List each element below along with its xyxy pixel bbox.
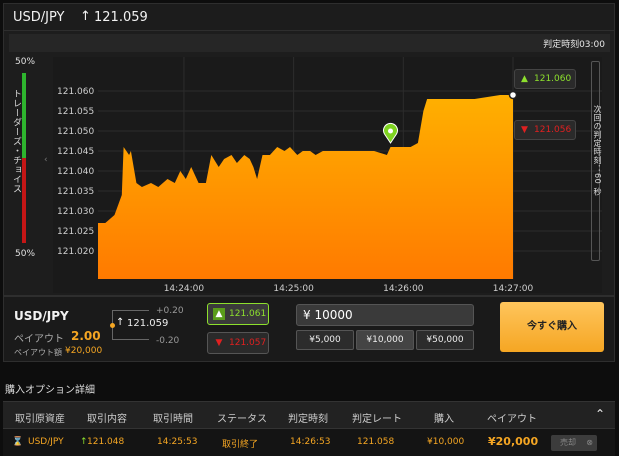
- entry-marker-dot: [388, 128, 394, 134]
- app-root: USD/JPY ↑ 121.059 判定時刻03:00 50% トレーダーズ・チ…: [0, 0, 619, 456]
- details-table-header: 取引原資産 取引内容 取引時間 ステータス 判定時刻 判定レート 購入 ペイアウ…: [3, 401, 615, 429]
- preset-10000-button[interactable]: ¥10,000: [356, 330, 414, 350]
- column-judge-rate: 判定レート: [352, 414, 402, 425]
- hourglass-icon: ⌛: [12, 437, 24, 447]
- row-direction: 121.048: [87, 437, 125, 447]
- high-order-value: 121.061: [229, 309, 267, 319]
- x-tick-label: 14:26:00: [383, 284, 424, 293]
- y-tick-label: 121.040: [57, 167, 94, 177]
- order-panel: USD/JPY ペイアウト 2.00 ペイアウト額 ¥20,000 ↑ 121.…: [3, 296, 615, 362]
- amount-input[interactable]: ¥ 10000: [296, 304, 474, 326]
- order-current-price: 121.059: [127, 318, 169, 329]
- lower-offset: -0.20: [156, 336, 180, 346]
- sentiment-label: トレーダーズ・チョイス: [11, 89, 21, 194]
- judge-time: 判定時刻03:00: [543, 40, 605, 50]
- order-pair: USD/JPY: [14, 309, 69, 323]
- high-order-button[interactable]: ▲ 121.061: [207, 303, 269, 325]
- up-arrow-icon: ▲: [213, 308, 225, 320]
- down-arrow-icon: ▼: [215, 338, 223, 348]
- up-arrow-icon: ▲: [521, 74, 528, 84]
- payout-amount-label: ペイアウト額: [14, 348, 62, 357]
- column-time: 取引時間: [153, 414, 193, 425]
- y-tick-label: 121.060: [57, 87, 94, 97]
- sell-button[interactable]: 売却 ⊗: [551, 435, 597, 451]
- asset-pair: USD/JPY: [13, 10, 65, 25]
- row-judge-rate: 121.058: [357, 437, 395, 447]
- payout-amount: ¥20,000: [65, 346, 103, 356]
- asset-header: USD/JPY ↑ 121.059: [3, 3, 615, 30]
- y-tick-label: 121.020: [57, 247, 94, 257]
- buy-now-button[interactable]: 今すぐ購入: [500, 302, 604, 352]
- up-arrow-icon: ↑: [116, 317, 125, 328]
- payout-label: ペイアウト: [14, 334, 64, 345]
- table-row: ⌛ USD/JPY ↑ 121.048 14:25:53 取引終了 14:26:…: [3, 429, 615, 456]
- y-tick-label: 121.025: [57, 227, 94, 237]
- low-order-button[interactable]: ▼ 121.057: [207, 332, 269, 354]
- chart-panel: 判定時刻03:00 50% トレーダーズ・チョイス 50% ‹ 121.060 1…: [3, 30, 615, 296]
- column-purchase: 購入: [434, 414, 454, 425]
- preset-5000-button[interactable]: ¥5,000: [296, 330, 354, 350]
- judge-time-bar: 判定時刻03:00: [9, 34, 610, 52]
- column-payout: ペイアウト: [487, 414, 537, 425]
- sell-button-label: 売却: [560, 438, 576, 447]
- low-order-value: 121.057: [229, 338, 267, 348]
- y-tick-label: 121.030: [57, 207, 94, 217]
- row-asset: USD/JPY: [28, 437, 64, 447]
- current-price-point: [508, 90, 518, 100]
- preset-50000-button[interactable]: ¥50,000: [416, 330, 474, 350]
- x-tick-label: 14:24:00: [164, 284, 205, 293]
- close-icon: ⊗: [586, 438, 593, 447]
- row-purchase: ¥10,000: [427, 437, 465, 447]
- chart-area: 121.060 121.055 121.050 121.045 121.040 121.0…: [53, 57, 602, 294]
- sentiment-high-percent: 50%: [15, 57, 36, 67]
- high-button-value: 121.060: [534, 74, 572, 84]
- y-tick-label: 121.045: [57, 147, 94, 157]
- column-judge-time: 判定時刻: [288, 414, 328, 425]
- row-status: 取引終了: [222, 440, 259, 450]
- row-time: 14:25:53: [157, 437, 198, 447]
- low-button-value: 121.056: [534, 125, 572, 135]
- high-button[interactable]: ▲ 121.060: [514, 69, 576, 89]
- price-chart: 121.060 121.055 121.050 121.045 121.040 121.0…: [57, 57, 602, 294]
- row-payout: ¥20,000: [488, 435, 539, 448]
- column-status: ステータス: [217, 414, 267, 425]
- row-judge-time: 14:26:53: [290, 437, 331, 447]
- upper-offset: +0.20: [156, 306, 184, 316]
- details-title: 購入オプション詳細: [5, 385, 95, 396]
- y-tick-label: 121.035: [57, 187, 94, 197]
- next-judge-label: 次回の判定時刻：60 秒: [593, 105, 602, 196]
- down-arrow-icon: ▼: [521, 125, 528, 135]
- x-tick-label: 14:27:00: [493, 284, 534, 293]
- column-direction: 取引内容: [87, 414, 127, 425]
- collapse-arrow-icon[interactable]: ‹: [44, 155, 48, 165]
- column-asset: 取引原資産: [15, 414, 65, 425]
- collapse-icon[interactable]: ⌃: [595, 407, 605, 421]
- up-arrow-icon: ↑: [80, 9, 91, 24]
- sentiment-low-percent: 50%: [15, 249, 36, 259]
- price-area: [98, 95, 513, 279]
- x-tick-label: 14:25:00: [273, 284, 314, 293]
- payout-value: 2.00: [71, 329, 101, 343]
- current-price: 121.059: [94, 10, 148, 25]
- low-button[interactable]: ▼ 121.056: [514, 120, 576, 140]
- y-tick-label: 121.055: [57, 107, 94, 117]
- y-tick-label: 121.050: [57, 127, 94, 137]
- current-price-dot: [110, 323, 115, 328]
